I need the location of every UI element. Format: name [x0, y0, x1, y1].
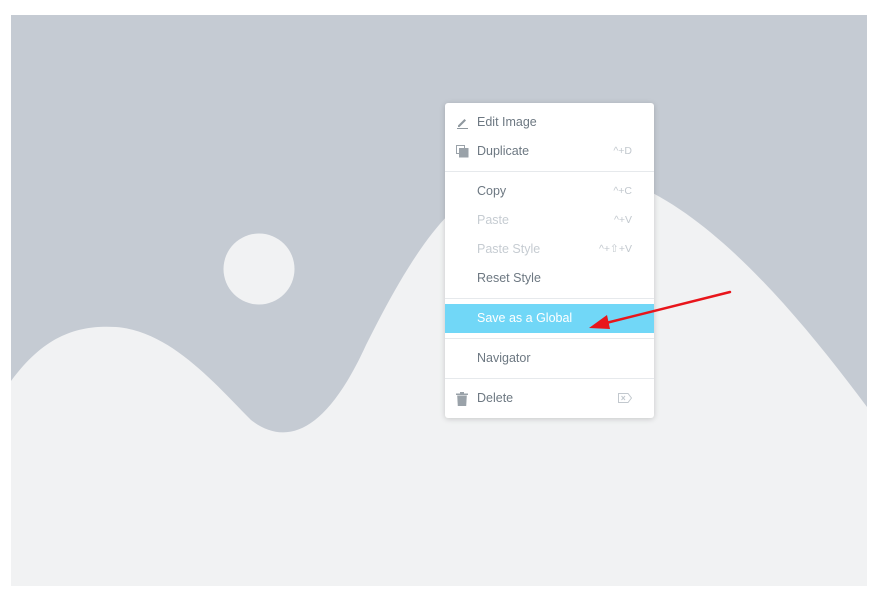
menu-separator: [445, 378, 654, 379]
placeholder-landscape-icon: [11, 170, 867, 586]
menu-item-label: Copy: [477, 184, 507, 198]
shortcut-hint: ^+⇧+V: [599, 243, 632, 255]
menu-item-delete[interactable]: Delete: [445, 384, 654, 413]
menu-group-global: Save as a Global: [445, 304, 654, 333]
shortcut-hint: ^+V: [613, 214, 632, 226]
menu-separator: [445, 298, 654, 299]
image-placeholder[interactable]: [11, 15, 867, 586]
context-menu: Edit Image Duplicate ^+D Copy ^+C Paste …: [445, 103, 654, 418]
menu-item-label: Paste Style: [477, 242, 541, 256]
menu-item-label: Navigator: [477, 351, 531, 365]
menu-item-copy[interactable]: Copy ^+C: [445, 177, 654, 206]
menu-item-label: Edit Image: [477, 115, 537, 129]
shortcut-hint: ^+D: [613, 145, 632, 157]
menu-item-reset-style[interactable]: Reset Style: [445, 264, 654, 293]
duplicate-icon: [455, 137, 469, 166]
hill-shape: [11, 170, 867, 586]
menu-item-label: Save as a Global: [477, 311, 573, 325]
menu-group-edit: Edit Image Duplicate ^+D: [445, 108, 654, 166]
menu-group-navigator: Navigator: [445, 344, 654, 373]
menu-item-edit-image[interactable]: Edit Image: [445, 108, 654, 137]
menu-separator: [445, 338, 654, 339]
pencil-icon: [455, 108, 469, 137]
menu-item-label: Duplicate: [477, 144, 530, 158]
trash-icon: [455, 384, 469, 413]
menu-item-label: Paste: [477, 213, 509, 227]
menu-group-delete: Delete: [445, 384, 654, 413]
shortcut-hint: ^+C: [613, 185, 632, 197]
menu-group-clipboard: Copy ^+C Paste ^+V Paste Style ^+⇧+V Res…: [445, 177, 654, 293]
menu-item-duplicate[interactable]: Duplicate ^+D: [445, 137, 654, 166]
menu-item-paste-style[interactable]: Paste Style ^+⇧+V: [445, 235, 654, 264]
menu-separator: [445, 171, 654, 172]
menu-item-label: Reset Style: [477, 271, 541, 285]
menu-item-save-as-global[interactable]: Save as a Global: [445, 304, 654, 333]
menu-item-navigator[interactable]: Navigator: [445, 344, 654, 373]
menu-item-label: Delete: [477, 391, 514, 405]
backspace-key-icon: [618, 384, 633, 413]
sun-shape: [223, 233, 295, 305]
menu-item-paste[interactable]: Paste ^+V: [445, 206, 654, 235]
